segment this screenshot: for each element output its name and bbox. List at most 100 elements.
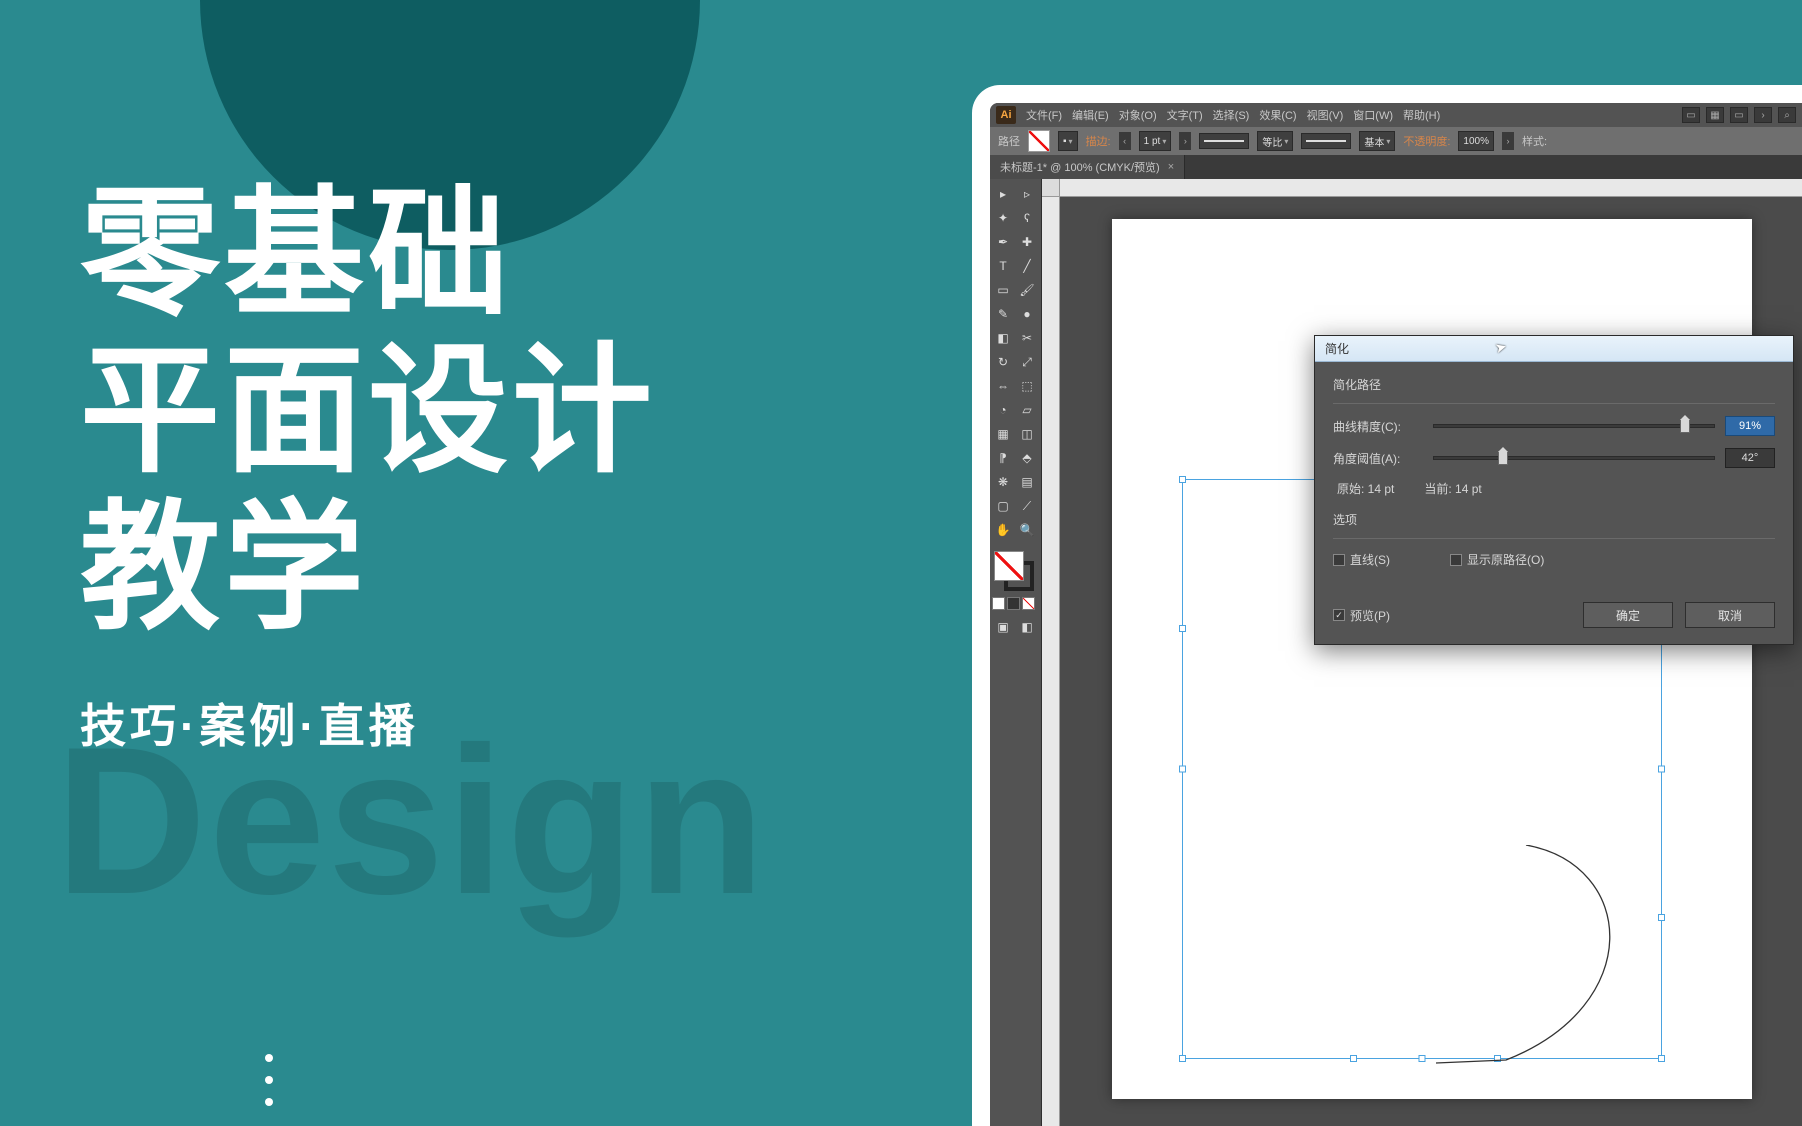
type-tool[interactable]: T xyxy=(992,255,1014,277)
curve-precision-value[interactable]: 91% xyxy=(1725,416,1775,436)
menu-edit[interactable]: 编辑(E) xyxy=(1072,107,1109,123)
straight-lines-label: 直线(S) xyxy=(1350,551,1390,568)
grid-icon[interactable]: ▦ xyxy=(1706,107,1724,123)
handle-left-2[interactable] xyxy=(1179,625,1186,632)
document-tab-title: 未标题-1* @ 100% (CMYK/预览) xyxy=(1000,159,1160,175)
selection-type-label: 路径 xyxy=(998,133,1020,149)
close-tab-icon[interactable]: × xyxy=(1168,161,1174,173)
free-transform-tool[interactable]: ⬚ xyxy=(1016,375,1038,397)
canvas-area[interactable]: 简化 简化路径 曲线精度(C): 91% 角度 xyxy=(1042,179,1802,1126)
cancel-button[interactable]: 取消 xyxy=(1685,602,1775,628)
zoom-tool[interactable]: 🔍 xyxy=(1016,519,1038,541)
rotate-tool[interactable]: ↻ xyxy=(992,351,1014,373)
handle-bottom[interactable] xyxy=(1419,1055,1426,1062)
layout2-icon[interactable]: ▭ xyxy=(1730,107,1748,123)
menu-view[interactable]: 视图(V) xyxy=(1307,107,1344,123)
horizontal-ruler[interactable] xyxy=(1060,179,1802,197)
stroke-weight-field[interactable]: 1 pt▾ xyxy=(1139,131,1172,151)
paintbrush-tool[interactable]: 🖌 xyxy=(1016,279,1038,301)
fill-swatch[interactable] xyxy=(1028,130,1050,152)
curve-precision-thumb[interactable] xyxy=(1680,419,1690,433)
color-mode-none[interactable] xyxy=(1022,597,1035,610)
opacity-more[interactable]: › xyxy=(1502,132,1514,150)
menu-help[interactable]: 帮助(H) xyxy=(1403,107,1440,123)
color-mode-gradient[interactable] xyxy=(1007,597,1020,610)
menu-effect[interactable]: 效果(C) xyxy=(1259,107,1296,123)
fill-stroke-swatch[interactable] xyxy=(992,549,1036,593)
angle-threshold-thumb[interactable] xyxy=(1498,451,1508,465)
blob-brush-tool[interactable]: ● xyxy=(1016,303,1038,325)
handle-bottom-2[interactable] xyxy=(1350,1055,1357,1062)
shape-builder-tool[interactable]: ◔ xyxy=(992,399,1014,421)
width-tool[interactable]: ⇔ xyxy=(992,375,1014,397)
scale-tool[interactable]: ⤢ xyxy=(1016,351,1038,373)
add-anchor-tool[interactable]: ✚ xyxy=(1016,231,1038,253)
uniform-select[interactable]: 等比▾ xyxy=(1257,131,1293,151)
fill-swatch-toolbox[interactable] xyxy=(994,551,1024,581)
eraser-tool[interactable]: ◧ xyxy=(992,327,1014,349)
menu-file[interactable]: 文件(F) xyxy=(1026,107,1062,123)
screen-mode-tool[interactable]: ▣ xyxy=(992,616,1014,638)
stroke-width-profile[interactable] xyxy=(1199,133,1249,149)
blend-tool[interactable]: ⬘ xyxy=(1016,447,1038,469)
more-icon[interactable]: › xyxy=(1754,107,1772,123)
layout-icon[interactable]: ▭ xyxy=(1682,107,1700,123)
symbol-sprayer-tool[interactable]: ❋ xyxy=(992,471,1014,493)
handle-bottom-left[interactable] xyxy=(1179,1055,1186,1062)
mesh-tool[interactable]: ▦ xyxy=(992,423,1014,445)
pen-tool[interactable]: ✒ xyxy=(992,231,1014,253)
stroke-weight-up[interactable]: › xyxy=(1179,132,1191,150)
dialog-titlebar[interactable]: 简化 xyxy=(1315,336,1793,362)
pencil-tool[interactable]: ✎ xyxy=(992,303,1014,325)
menu-type[interactable]: 文字(T) xyxy=(1167,107,1203,123)
original-points: 原始: 14 pt xyxy=(1337,480,1394,497)
search-icon[interactable]: ⌕ xyxy=(1778,107,1796,123)
draw-mode-tool[interactable]: ◧ xyxy=(1016,616,1038,638)
slice-tool[interactable]: ⟋ xyxy=(1016,495,1038,517)
rectangle-tool[interactable]: ▭ xyxy=(992,279,1014,301)
line-tool[interactable]: ╱ xyxy=(1016,255,1038,277)
gradient-tool[interactable]: ◫ xyxy=(1016,423,1038,445)
ok-button[interactable]: 确定 xyxy=(1583,602,1673,628)
magic-wand-tool[interactable]: ✦ xyxy=(992,207,1014,229)
handle-bottom-right[interactable] xyxy=(1658,1055,1665,1062)
handle-right-2[interactable] xyxy=(1658,914,1665,921)
handle-right[interactable] xyxy=(1658,766,1665,773)
illustrator-app: Ai 文件(F) 编辑(E) 对象(O) 文字(T) 选择(S) 效果(C) 视… xyxy=(990,103,1802,1126)
graph-tool[interactable]: ▤ xyxy=(1016,471,1038,493)
brush-profile[interactable] xyxy=(1301,133,1351,149)
angle-threshold-value[interactable]: 42° xyxy=(1725,448,1775,468)
hand-tool[interactable]: ✋ xyxy=(992,519,1014,541)
straight-lines-checkbox[interactable]: 直线(S) xyxy=(1333,551,1390,568)
dialog-body: 简化路径 曲线精度(C): 91% 角度阈值(A): xyxy=(1315,362,1793,592)
handle-top-left[interactable] xyxy=(1179,476,1186,483)
stroke-color-select[interactable]: ▪▾ xyxy=(1058,131,1078,151)
perspective-tool[interactable]: ▱ xyxy=(1016,399,1038,421)
lasso-tool[interactable]: ʕ xyxy=(1016,207,1038,229)
artboard-tool[interactable]: ▢ xyxy=(992,495,1014,517)
checkbox-icon-checked: ✓ xyxy=(1333,609,1345,621)
handle-left[interactable] xyxy=(1179,766,1186,773)
vertical-ruler[interactable] xyxy=(1042,197,1060,1126)
preview-checkbox[interactable]: ✓ 预览(P) xyxy=(1333,607,1390,624)
ruler-corner xyxy=(1042,179,1060,197)
decorative-dots xyxy=(265,1054,273,1106)
selection-tool[interactable]: ▸ xyxy=(992,183,1014,205)
show-original-checkbox[interactable]: 显示原路径(O) xyxy=(1450,551,1544,568)
eyedropper-tool[interactable]: ⁋ xyxy=(992,447,1014,469)
menu-select[interactable]: 选择(S) xyxy=(1213,107,1250,123)
separator-2 xyxy=(1333,538,1775,539)
angle-threshold-label: 角度阈值(A): xyxy=(1333,450,1423,467)
document-tab[interactable]: 未标题-1* @ 100% (CMYK/预览) × xyxy=(990,155,1185,179)
brush-select[interactable]: 基本▾ xyxy=(1359,131,1395,151)
menu-object[interactable]: 对象(O) xyxy=(1119,107,1157,123)
stroke-weight-down[interactable]: ‹ xyxy=(1119,132,1131,150)
opacity-field[interactable]: 100% xyxy=(1458,131,1494,151)
curve-precision-slider[interactable] xyxy=(1433,424,1715,428)
direct-selection-tool[interactable]: ▹ xyxy=(1016,183,1038,205)
angle-threshold-slider[interactable] xyxy=(1433,456,1715,460)
color-mode-solid[interactable] xyxy=(992,597,1005,610)
menu-window[interactable]: 窗口(W) xyxy=(1353,107,1393,123)
color-mode-row xyxy=(992,597,1039,610)
scissors-tool[interactable]: ✂ xyxy=(1016,327,1038,349)
